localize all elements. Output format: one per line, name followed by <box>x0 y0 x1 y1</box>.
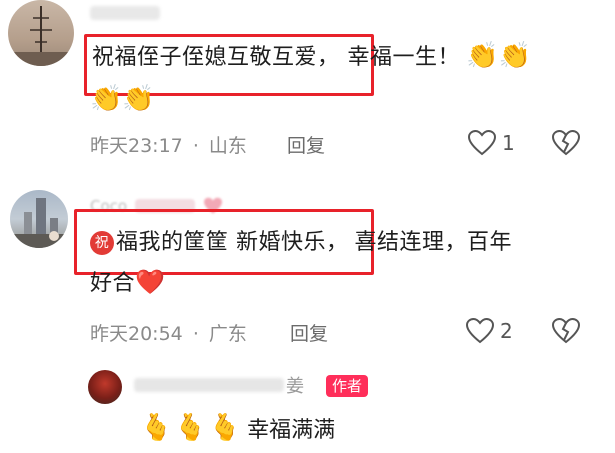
comment-meta: 昨天23:17 · 山东 <box>90 131 247 158</box>
reply-username[interactable]: 姜 <box>286 372 304 398</box>
comment-text-part2: 喜结连理，百年 <box>354 230 513 255</box>
comment-text-line2: 好合❤️ <box>90 266 165 302</box>
comment-text-part1: 祝福侄子侄媳互敬互爱， <box>92 45 340 70</box>
dislike-button[interactable] <box>551 129 581 160</box>
clap-emoji: 👏👏 <box>90 84 155 114</box>
avatar[interactable] <box>10 190 68 248</box>
like-button[interactable]: 1 <box>468 130 515 156</box>
like-button[interactable]: 2 <box>466 318 513 344</box>
comment-time: 昨天20:54 <box>90 323 183 345</box>
username-partial: 姜 <box>286 376 304 397</box>
username-blurred[interactable] <box>90 6 160 20</box>
reply-text: 🫰🫰🫰 幸福满满 <box>140 412 335 444</box>
reply-label: 回复 <box>290 323 329 345</box>
broken-heart-icon <box>551 129 581 156</box>
author-badge: 作者 <box>326 375 369 397</box>
avatar[interactable] <box>88 370 122 404</box>
avatar[interactable] <box>8 0 74 66</box>
comment-location: 广东 <box>208 323 247 345</box>
meta-separator: · <box>192 323 199 345</box>
username-blurred[interactable] <box>134 378 284 392</box>
reply-label: 回复 <box>287 135 326 157</box>
author-badge-label: 作者 <box>332 377 363 395</box>
finger-heart-emoji: 🫰🫰🫰 <box>140 413 244 443</box>
reply-button[interactable]: 回复 <box>290 319 328 346</box>
comment-meta: 昨天20:54 · 广东 <box>90 319 247 346</box>
meta-separator: · <box>192 135 199 157</box>
clap-emoji: 👏👏 <box>466 41 532 71</box>
clap-emoji-line2: 👏👏 <box>90 86 155 112</box>
comment-time: 昨天23:17 <box>90 135 183 157</box>
tower-image <box>8 6 74 66</box>
broken-heart-icon <box>551 317 581 344</box>
comment-text-line2: 好合 <box>90 271 136 296</box>
comment-text: 祝福我的筐筐 新婚快乐， 喜结连理，百年 <box>90 225 600 261</box>
comment-text-part1: 福我的筐筐 新婚快乐， <box>116 230 349 255</box>
like-count: 2 <box>500 319 513 343</box>
blessing-badge-icon: 祝 <box>90 231 114 255</box>
reply-text-content: 幸福满满 <box>247 418 336 443</box>
like-count: 1 <box>502 131 515 155</box>
heart-outline-icon <box>466 318 494 344</box>
comment-text: 祝福侄子侄媳互敬互爱， 幸福一生！ 👏👏 <box>92 40 602 76</box>
city-image <box>10 198 68 248</box>
heart-outline-icon <box>468 130 496 156</box>
comment-location: 山东 <box>208 135 247 157</box>
heart-emoji: ❤️ <box>135 268 166 296</box>
dislike-button[interactable] <box>551 317 581 348</box>
reply-button[interactable]: 回复 <box>287 131 325 158</box>
comment-text-part2: 幸福一生！ <box>347 45 461 70</box>
